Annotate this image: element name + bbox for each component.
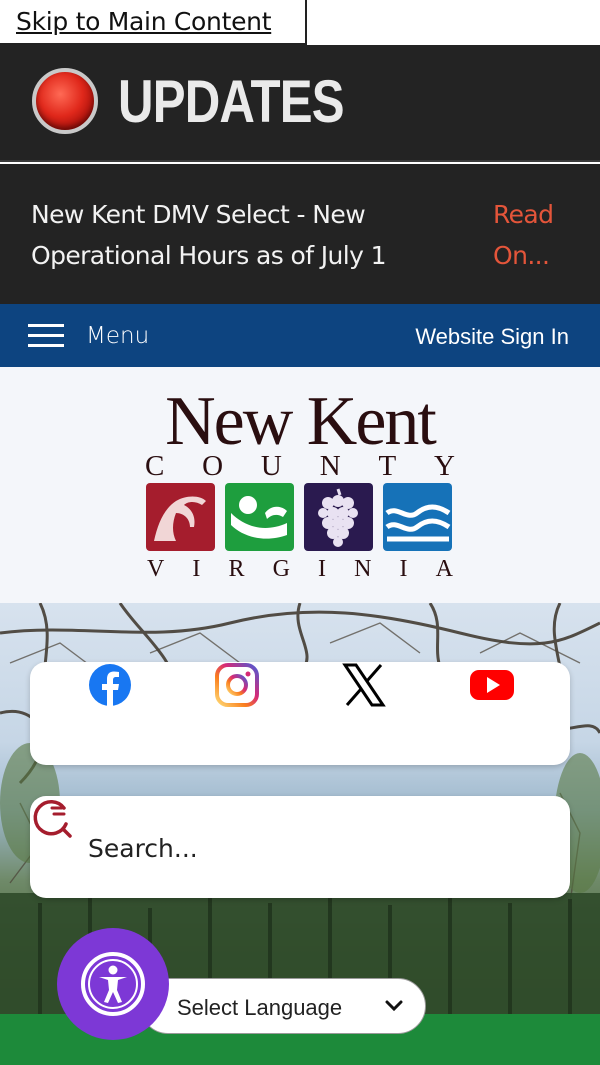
skip-to-main-link[interactable]: Skip to Main Content — [0, 0, 307, 45]
skip-bar: Skip to Main Content — [0, 0, 600, 45]
chevron-down-icon — [385, 1000, 403, 1012]
accessibility-button[interactable] — [57, 928, 169, 1040]
alert-light-icon — [32, 68, 98, 134]
news-ticker: New Kent DMV Select - New Operational Ho… — [0, 164, 600, 304]
logo-state: VIRGINIA — [147, 556, 453, 582]
search-icon[interactable] — [30, 796, 74, 840]
x-icon[interactable] — [341, 662, 387, 708]
instagram-icon[interactable] — [214, 662, 260, 708]
search-input[interactable] — [88, 826, 468, 870]
youtube-icon[interactable] — [469, 662, 515, 708]
website-sign-in-link[interactable]: Website Sign In — [415, 324, 569, 350]
news-headline[interactable]: New Kent DMV Select - New Operational Ho… — [31, 194, 451, 276]
facebook-icon[interactable] — [87, 662, 133, 708]
language-select[interactable]: Select Language — [140, 978, 426, 1034]
menu-button[interactable]: Menu — [86, 323, 149, 349]
horse-icon — [146, 483, 215, 551]
social-media-card — [30, 662, 570, 765]
grapes-icon — [304, 483, 373, 551]
site-logo[interactable]: New Kent COUNTY V I R G I N I A — [0, 367, 600, 603]
logo-tiles — [146, 483, 452, 551]
updates-header: UPDATES — [0, 45, 600, 162]
hamburger-icon[interactable] — [28, 324, 64, 348]
logo-county: COUNTY — [145, 450, 455, 482]
language-select-label: Select Language — [177, 995, 343, 1020]
search-card — [30, 796, 570, 898]
accessibility-icon — [81, 952, 145, 1016]
water-icon — [383, 483, 452, 551]
read-on-link[interactable]: Read On... — [493, 194, 583, 276]
golf-icon — [225, 483, 294, 551]
nav-bar: Menu Website Sign In — [0, 304, 600, 367]
updates-title: UPDATES — [118, 68, 345, 135]
